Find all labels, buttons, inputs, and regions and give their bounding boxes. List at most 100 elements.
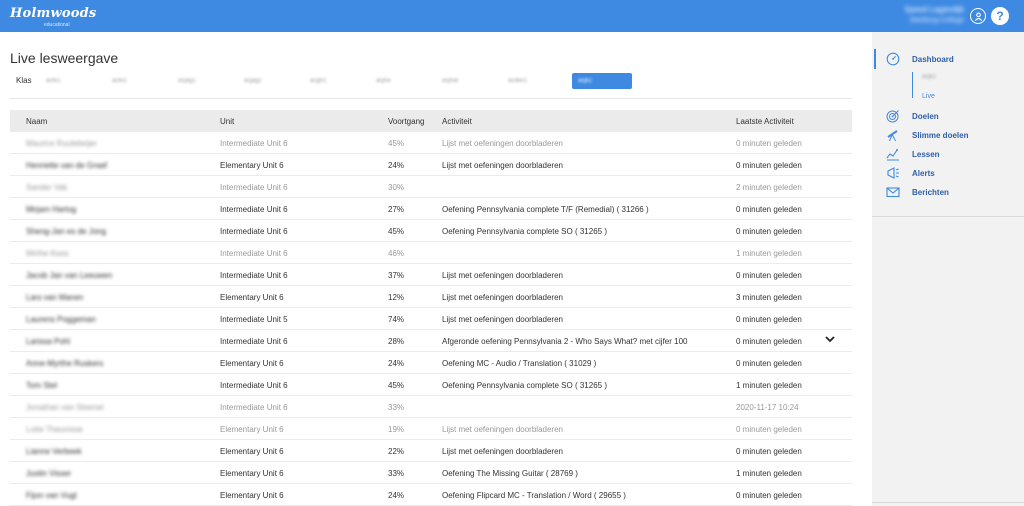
sidebar-item-berichten[interactable]: Berichten [886,185,949,199]
user-name: Speed Lagendijk [904,5,964,14]
table-row[interactable]: Lars van Manen Elementary Unit 6 12% Lijst … [10,286,852,308]
class-tab[interactable]: acjk2 [572,73,632,89]
table-row[interactable]: Sheng-Jan es de Jong Intermediate Unit 6 4… [10,220,852,242]
student-name: Laurens Poggeman [26,315,96,324]
sidebar-item-label: Dashboard [912,54,954,64]
class-tab[interactable]: acjag2 [238,73,304,89]
chevron-down-icon[interactable] [825,335,835,346]
header-laatste-activiteit[interactable]: Laatste Activiteit [736,117,794,126]
unit-cell: Intermediate Unit 6 [220,205,288,214]
activity-cell: Lijst met oefeningen doorbladeren [442,315,563,324]
last-activity-cell: 0 minuten geleden [736,139,802,148]
progress-cell: 19% [388,425,405,434]
table-row[interactable]: Laurens Poggeman Intermediate Unit 5 74% Li… [10,308,852,330]
last-activity-cell: 0 minuten geleden [736,447,802,456]
target-icon [886,110,899,123]
progress-cell: 27% [388,205,405,214]
header-naam[interactable]: Naam [26,117,47,126]
sidebar-item-dashboard[interactable]: Dashboard [886,52,954,66]
page-title: Live lesweergave [10,50,119,66]
student-name: Lars van Manen [26,293,84,302]
activity-cell: Oefening Pennsylvania complete T/F (Reme… [442,205,649,214]
class-tab[interactable]: acfe2 [106,73,172,89]
header-unit[interactable]: Unit [220,117,234,126]
last-activity-cell: 0 minuten geleden [736,359,802,368]
activity-cell: Lijst met oefeningen doorbladeren [442,161,563,170]
last-activity-cell: 3 minuten geleden [736,293,802,302]
table-row[interactable]: Sander Vak Intermediate Unit 6 30% 2 minute… [10,176,852,198]
table-row[interactable]: Tom Stel Intermediate Unit 6 45% Oefening P… [10,374,852,396]
person-icon [974,12,982,21]
help-icon[interactable]: ? [991,7,1009,25]
unit-cell: Intermediate Unit 6 [220,381,288,390]
table-row[interactable]: Larissa Pohl Intermediate Unit 6 28% Afgero… [10,330,852,352]
submenu-class[interactable]: acjk2 [922,74,936,80]
student-name: Henriette van de Graaf [26,161,107,170]
class-tab[interactable]: acjhat [436,73,502,89]
table-row[interactable]: Jacob Jan van Leeuwen Intermediate Unit 6… [10,264,852,286]
sidebar-divider-bottom [872,502,1024,503]
unit-cell: Intermediate Unit 6 [220,249,288,258]
table-row[interactable]: Mirthe Kees Intermediate Unit 6 46% 1 minut… [10,242,852,264]
sidebar-item-alerts[interactable]: Alerts [886,166,935,180]
logo[interactable]: Holmwoods [10,6,96,21]
sidebar-item-doelen[interactable]: Doelen [886,109,939,123]
active-indicator [874,49,876,69]
class-tab[interactable]: acjag1 [172,73,238,89]
unit-cell: Elementary Unit 6 [220,161,284,170]
class-tabs: acfe1 acfe2 acjag1 acjag2 acgh1 acjha acjhat ac… [40,73,632,89]
unit-cell: Intermediate Unit 6 [220,227,288,236]
progress-cell: 45% [388,227,405,236]
sidebar: Dashboard acjk2 Live Doelen Slimme doele… [872,32,1024,506]
header-voortgang[interactable]: Voortgang [388,117,424,126]
unit-cell: Intermediate Unit 6 [220,139,288,148]
progress-cell: 45% [388,381,405,390]
table-row[interactable]: Jonathan van Steenel Intermediate Unit 6 3… [10,396,852,418]
unit-cell: Intermediate Unit 6 [220,271,288,280]
table-row[interactable]: Anne-Myrthe Ruskers Elementary Unit 6 24% O… [10,352,852,374]
table-row[interactable]: Maurice Ruulebeijer Intermediate Unit 6 45… [10,132,852,154]
activity-cell: Afgeronde oefening Pennsylvania 2 - Who … [442,337,688,346]
user-organization: Wartburg College [909,17,964,24]
table-row[interactable]: Mirjam Hartog Intermediate Unit 6 27% Oefen… [10,198,852,220]
last-activity-cell: 0 minuten geleden [736,425,802,434]
user-profile-icon[interactable] [970,8,986,24]
sidebar-item-slimme-doelen[interactable]: Slimme doelen [886,128,968,142]
student-name: Lianne Verbeek [26,447,82,456]
activity-cell: Oefening Pennsylvania complete SO ( 3126… [442,381,607,390]
activity-cell: Lijst met oefeningen doorbladeren [442,293,563,302]
activity-cell: Oefening The Missing Guitar ( 28769 ) [442,469,578,478]
table-row[interactable]: Henriette van de Graaf Elementary Unit 6 2… [10,154,852,176]
last-activity-cell: 2 minuten geleden [736,183,802,192]
class-tab-label: acdke1 [508,78,528,84]
logo-subtitle: educational [44,22,70,28]
unit-cell: Intermediate Unit 5 [220,315,288,324]
progress-cell: 45% [388,139,405,148]
class-tab[interactable]: acdke1 [502,73,568,89]
sidebar-item-lessen[interactable]: Lessen [886,147,940,161]
table-row[interactable]: Lianne Verbeek Elementary Unit 6 22% Lijst … [10,440,852,462]
last-activity-cell: 2020-11-17 10:24 [736,403,799,412]
submenu-live[interactable]: Live [922,93,935,100]
unit-cell: Elementary Unit 6 [220,447,284,456]
table-row[interactable]: Lotte Theunisse Elementary Unit 6 19% Lijst… [10,418,852,440]
table-row[interactable]: Justin Visser Elementary Unit 6 33% Oefenin… [10,462,852,484]
class-tab[interactable]: acjha [370,73,436,89]
sidebar-item-label: Lessen [912,149,940,159]
progress-cell: 24% [388,359,405,368]
telescope-icon [887,130,898,142]
progress-cell: 24% [388,491,405,500]
class-tab-label: acjk2 [578,78,593,84]
table-row[interactable]: Fijon van Vugt Elementary Unit 6 24% Oefeni… [10,484,852,506]
unit-cell: Elementary Unit 6 [220,469,284,478]
class-tab-label: acfe1 [46,78,61,84]
last-activity-cell: 1 minuten geleden [736,249,802,258]
class-tab-label: acjhat [442,78,459,84]
unit-cell: Elementary Unit 6 [220,491,284,500]
class-tab[interactable]: acfe1 [40,73,106,89]
class-tab[interactable]: acgh1 [304,73,370,89]
header-activiteit[interactable]: Activiteit [442,117,472,126]
sidebar-item-label: Doelen [912,111,939,121]
chart-icon [886,149,899,161]
progress-cell: 46% [388,249,405,258]
